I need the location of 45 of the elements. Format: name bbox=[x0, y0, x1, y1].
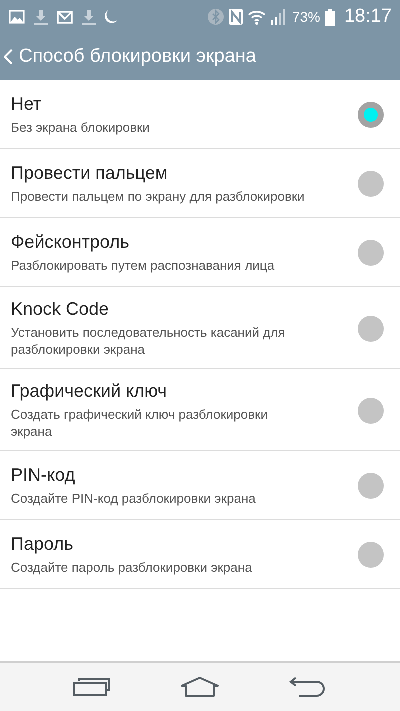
option-title: Фейсконтроль bbox=[11, 232, 131, 253]
radio-button[interactable] bbox=[358, 171, 384, 197]
radio-button[interactable] bbox=[358, 102, 384, 128]
option-title: Провести пальцем bbox=[11, 163, 169, 184]
mail-icon bbox=[57, 10, 73, 24]
option-title: Knock Code bbox=[11, 299, 110, 320]
option-row[interactable]: Графический ключ Создать графический ключ разблокировки экрана bbox=[0, 369, 400, 451]
moon-icon bbox=[105, 9, 121, 25]
clock: 18:17 bbox=[344, 6, 392, 28]
download-icon bbox=[34, 9, 48, 25]
radio-button[interactable] bbox=[358, 398, 384, 424]
battery-percent: 73% bbox=[292, 9, 320, 25]
wifi-icon bbox=[248, 10, 266, 24]
option-row[interactable]: Провести пальцем Провести пальцем по экрану для разблокировки bbox=[0, 149, 400, 218]
radio-button[interactable] bbox=[358, 473, 384, 499]
option-title: PIN-код bbox=[11, 465, 76, 486]
option-row[interactable]: Нет Без экрана блокировки bbox=[0, 80, 400, 149]
home-icon[interactable] bbox=[179, 677, 221, 697]
option-description: Создайте PIN-код разблокировки экрана bbox=[11, 490, 256, 507]
option-title: Нет bbox=[11, 94, 43, 115]
image-icon bbox=[9, 10, 25, 24]
option-row[interactable]: Пароль Создайте пароль разблокировки экрана bbox=[0, 520, 400, 589]
option-row[interactable]: Knock Code Установить последовательность касаний для разблокировки экрана bbox=[0, 287, 400, 369]
option-title: Пароль bbox=[11, 534, 74, 555]
back-chevron-icon[interactable] bbox=[4, 49, 13, 65]
nfc-icon bbox=[229, 9, 244, 25]
battery-icon bbox=[325, 8, 336, 26]
option-description: Создайте пароль разблокировки экрана bbox=[11, 559, 252, 576]
bluetooth-icon bbox=[208, 9, 224, 25]
radio-button[interactable] bbox=[358, 542, 384, 568]
back-icon[interactable] bbox=[289, 677, 327, 697]
option-description: Создать графический ключ разблокировки экрана bbox=[11, 406, 269, 440]
signal-icon bbox=[271, 9, 288, 25]
recent-apps-icon[interactable] bbox=[73, 678, 111, 696]
option-row[interactable]: PIN-код Создайте PIN-код разблокировки экрана bbox=[0, 451, 400, 520]
download-icon bbox=[82, 9, 96, 25]
option-description: Провести пальцем по экрану для разблокировки bbox=[11, 188, 305, 205]
screen-title: Способ блокировки экрана bbox=[19, 46, 256, 68]
radio-button[interactable] bbox=[358, 240, 384, 266]
radio-button[interactable] bbox=[358, 316, 384, 342]
option-description: Разблокировать путем распознавания лица bbox=[11, 257, 275, 274]
option-description: Установить последовательность касаний для разблокировки экрана bbox=[11, 324, 286, 358]
option-row[interactable]: Фейсконтроль Разблокировать путем распознавания лица bbox=[0, 218, 400, 287]
option-description: Без экрана блокировки bbox=[11, 119, 150, 136]
option-title: Графический ключ bbox=[11, 381, 168, 402]
